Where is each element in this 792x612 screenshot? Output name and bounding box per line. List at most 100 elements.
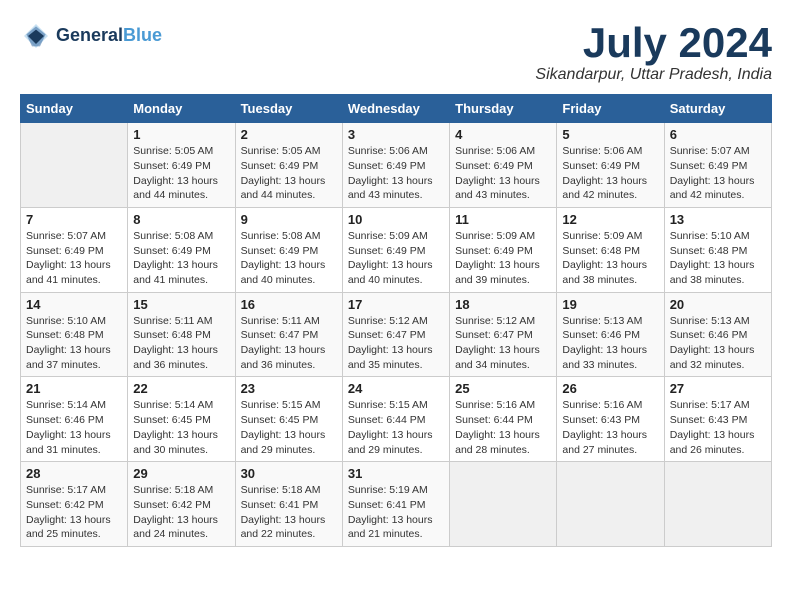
calendar-header: SundayMondayTuesdayWednesdayThursdayFrid… (21, 95, 772, 123)
day-number: 31 (348, 466, 444, 481)
calendar-cell: 15 Sunrise: 5:11 AMSunset: 6:48 PMDayligh… (128, 292, 235, 377)
calendar-cell: 29Sunrise: 5:18 AMSunset: 6:42 PMDayligh… (128, 462, 235, 547)
day-number: 22 (133, 381, 229, 396)
day-number: 26 (562, 381, 658, 396)
day-number: 16 (241, 297, 337, 312)
calendar-week-3: 14Sunrise: 5:10 AMSunset: 6:48 PMDayligh… (21, 292, 772, 377)
day-info: Sunrise: 5:06 AMSunset: 6:49 PMDaylight:… (348, 144, 444, 203)
title-block: July 2024 Sikandarpur, Uttar Pradesh, In… (535, 20, 772, 84)
weekday-header-friday: Friday (557, 95, 664, 123)
day-info: Sunrise: 5:09 AMSunset: 6:48 PMDaylight:… (562, 229, 658, 288)
day-info: Sunrise: 5:11 AMSunset: 6:48 PMDaylight:… (133, 314, 229, 373)
calendar-cell (450, 462, 557, 547)
day-info: Sunrise: 5:07 AMSunset: 6:49 PMDaylight:… (26, 229, 122, 288)
weekday-header-wednesday: Wednesday (342, 95, 449, 123)
calendar-cell: 19 Sunrise: 5:13 AMSunset: 6:46 PMDayligh… (557, 292, 664, 377)
month-year-title: July 2024 (535, 20, 772, 66)
day-info: Sunrise: 5:18 AMSunset: 6:42 PMDaylight:… (133, 483, 229, 542)
calendar-cell: 5 Sunrise: 5:06 AMSunset: 6:49 PMDaylight… (557, 123, 664, 208)
calendar-cell: 8 Sunrise: 5:08 AMSunset: 6:49 PMDaylight… (128, 207, 235, 292)
day-number: 14 (26, 297, 122, 312)
calendar-cell: 30Sunrise: 5:18 AMSunset: 6:41 PMDayligh… (235, 462, 342, 547)
calendar-cell: 31 Sunrise: 5:19 AMSunset: 6:41 PMDayligh… (342, 462, 449, 547)
day-info: Sunrise: 5:16 AMSunset: 6:44 PMDaylight:… (455, 398, 551, 457)
day-info: Sunrise: 5:05 AMSunset: 6:49 PMDaylight:… (241, 144, 337, 203)
calendar-cell: 26 Sunrise: 5:16 AMSunset: 6:43 PMDayligh… (557, 377, 664, 462)
calendar-cell: 17 Sunrise: 5:12 AMSunset: 6:47 PMDayligh… (342, 292, 449, 377)
day-info: Sunrise: 5:18 AMSunset: 6:41 PMDaylight:… (241, 483, 337, 542)
calendar-cell: 21Sunrise: 5:14 AMSunset: 6:46 PMDayligh… (21, 377, 128, 462)
calendar-cell: 28 Sunrise: 5:17 AMSunset: 6:42 PMDayligh… (21, 462, 128, 547)
day-info: Sunrise: 5:12 AMSunset: 6:47 PMDaylight:… (455, 314, 551, 373)
day-number: 8 (133, 212, 229, 227)
location-subtitle: Sikandarpur, Uttar Pradesh, India (535, 66, 772, 84)
calendar-cell: 22 Sunrise: 5:14 AMSunset: 6:45 PMDayligh… (128, 377, 235, 462)
day-info: Sunrise: 5:13 AMSunset: 6:46 PMDaylight:… (562, 314, 658, 373)
calendar-cell: 14Sunrise: 5:10 AMSunset: 6:48 PMDayligh… (21, 292, 128, 377)
day-info: Sunrise: 5:09 AMSunset: 6:49 PMDaylight:… (455, 229, 551, 288)
day-number: 20 (670, 297, 766, 312)
calendar-week-4: 21Sunrise: 5:14 AMSunset: 6:46 PMDayligh… (21, 377, 772, 462)
day-info: Sunrise: 5:11 AMSunset: 6:47 PMDaylight:… (241, 314, 337, 373)
day-number: 27 (670, 381, 766, 396)
day-number: 24 (348, 381, 444, 396)
day-number: 17 (348, 297, 444, 312)
day-number: 25 (455, 381, 551, 396)
day-number: 2 (241, 127, 337, 142)
day-info: Sunrise: 5:15 AMSunset: 6:45 PMDaylight:… (241, 398, 337, 457)
calendar-cell: 24Sunrise: 5:15 AMSunset: 6:44 PMDayligh… (342, 377, 449, 462)
day-number: 7 (26, 212, 122, 227)
calendar-table: SundayMondayTuesdayWednesdayThursdayFrid… (20, 94, 772, 547)
day-number: 1 (133, 127, 229, 142)
weekday-header-monday: Monday (128, 95, 235, 123)
day-number: 18 (455, 297, 551, 312)
day-info: Sunrise: 5:12 AMSunset: 6:47 PMDaylight:… (348, 314, 444, 373)
calendar-cell: 7 Sunrise: 5:07 AMSunset: 6:49 PMDaylight… (21, 207, 128, 292)
calendar-cell: 27 Sunrise: 5:17 AMSunset: 6:43 PMDayligh… (664, 377, 771, 462)
day-info: Sunrise: 5:06 AMSunset: 6:49 PMDaylight:… (562, 144, 658, 203)
calendar-week-1: 1 Sunrise: 5:05 AMSunset: 6:49 PMDaylight… (21, 123, 772, 208)
weekday-header-thursday: Thursday (450, 95, 557, 123)
calendar-cell: 4 Sunrise: 5:06 AMSunset: 6:49 PMDaylight… (450, 123, 557, 208)
calendar-cell: 2 Sunrise: 5:05 AMSunset: 6:49 PMDaylight… (235, 123, 342, 208)
day-info: Sunrise: 5:13 AMSunset: 6:46 PMDaylight:… (670, 314, 766, 373)
calendar-cell: 6Sunrise: 5:07 AMSunset: 6:49 PMDaylight… (664, 123, 771, 208)
calendar-body: 1 Sunrise: 5:05 AMSunset: 6:49 PMDaylight… (21, 123, 772, 547)
calendar-cell: 25 Sunrise: 5:16 AMSunset: 6:44 PMDayligh… (450, 377, 557, 462)
day-number: 9 (241, 212, 337, 227)
day-number: 3 (348, 127, 444, 142)
day-number: 4 (455, 127, 551, 142)
day-info: Sunrise: 5:09 AMSunset: 6:49 PMDaylight:… (348, 229, 444, 288)
calendar-cell: 23 Sunrise: 5:15 AMSunset: 6:45 PMDayligh… (235, 377, 342, 462)
calendar-cell: 12 Sunrise: 5:09 AMSunset: 6:48 PMDayligh… (557, 207, 664, 292)
day-number: 11 (455, 212, 551, 227)
day-number: 15 (133, 297, 229, 312)
day-number: 12 (562, 212, 658, 227)
day-number: 28 (26, 466, 122, 481)
weekday-header-sunday: Sunday (21, 95, 128, 123)
day-number: 10 (348, 212, 444, 227)
day-info: Sunrise: 5:06 AMSunset: 6:49 PMDaylight:… (455, 144, 551, 203)
calendar-cell (557, 462, 664, 547)
day-number: 23 (241, 381, 337, 396)
day-info: Sunrise: 5:17 AMSunset: 6:43 PMDaylight:… (670, 398, 766, 457)
day-info: Sunrise: 5:08 AMSunset: 6:49 PMDaylight:… (241, 229, 337, 288)
calendar-week-2: 7 Sunrise: 5:07 AMSunset: 6:49 PMDaylight… (21, 207, 772, 292)
calendar-cell: 10 Sunrise: 5:09 AMSunset: 6:49 PMDayligh… (342, 207, 449, 292)
day-info: Sunrise: 5:14 AMSunset: 6:46 PMDaylight:… (26, 398, 122, 457)
day-info: Sunrise: 5:07 AMSunset: 6:49 PMDaylight:… (670, 144, 766, 203)
day-info: Sunrise: 5:19 AMSunset: 6:41 PMDaylight:… (348, 483, 444, 542)
weekday-header-tuesday: Tuesday (235, 95, 342, 123)
day-info: Sunrise: 5:08 AMSunset: 6:49 PMDaylight:… (133, 229, 229, 288)
day-info: Sunrise: 5:17 AMSunset: 6:42 PMDaylight:… (26, 483, 122, 542)
logo-text: GeneralBlue (56, 26, 162, 46)
day-info: Sunrise: 5:14 AMSunset: 6:45 PMDaylight:… (133, 398, 229, 457)
logo: GeneralBlue (20, 20, 162, 52)
day-number: 19 (562, 297, 658, 312)
calendar-cell: 20 Sunrise: 5:13 AMSunset: 6:46 PMDayligh… (664, 292, 771, 377)
calendar-cell: 1Sunrise: 5:05 AMSunset: 6:49 PMDaylight… (128, 123, 235, 208)
day-number: 5 (562, 127, 658, 142)
day-info: Sunrise: 5:16 AMSunset: 6:43 PMDaylight:… (562, 398, 658, 457)
weekday-header-saturday: Saturday (664, 95, 771, 123)
calendar-cell: 13Sunrise: 5:10 AMSunset: 6:48 PMDayligh… (664, 207, 771, 292)
